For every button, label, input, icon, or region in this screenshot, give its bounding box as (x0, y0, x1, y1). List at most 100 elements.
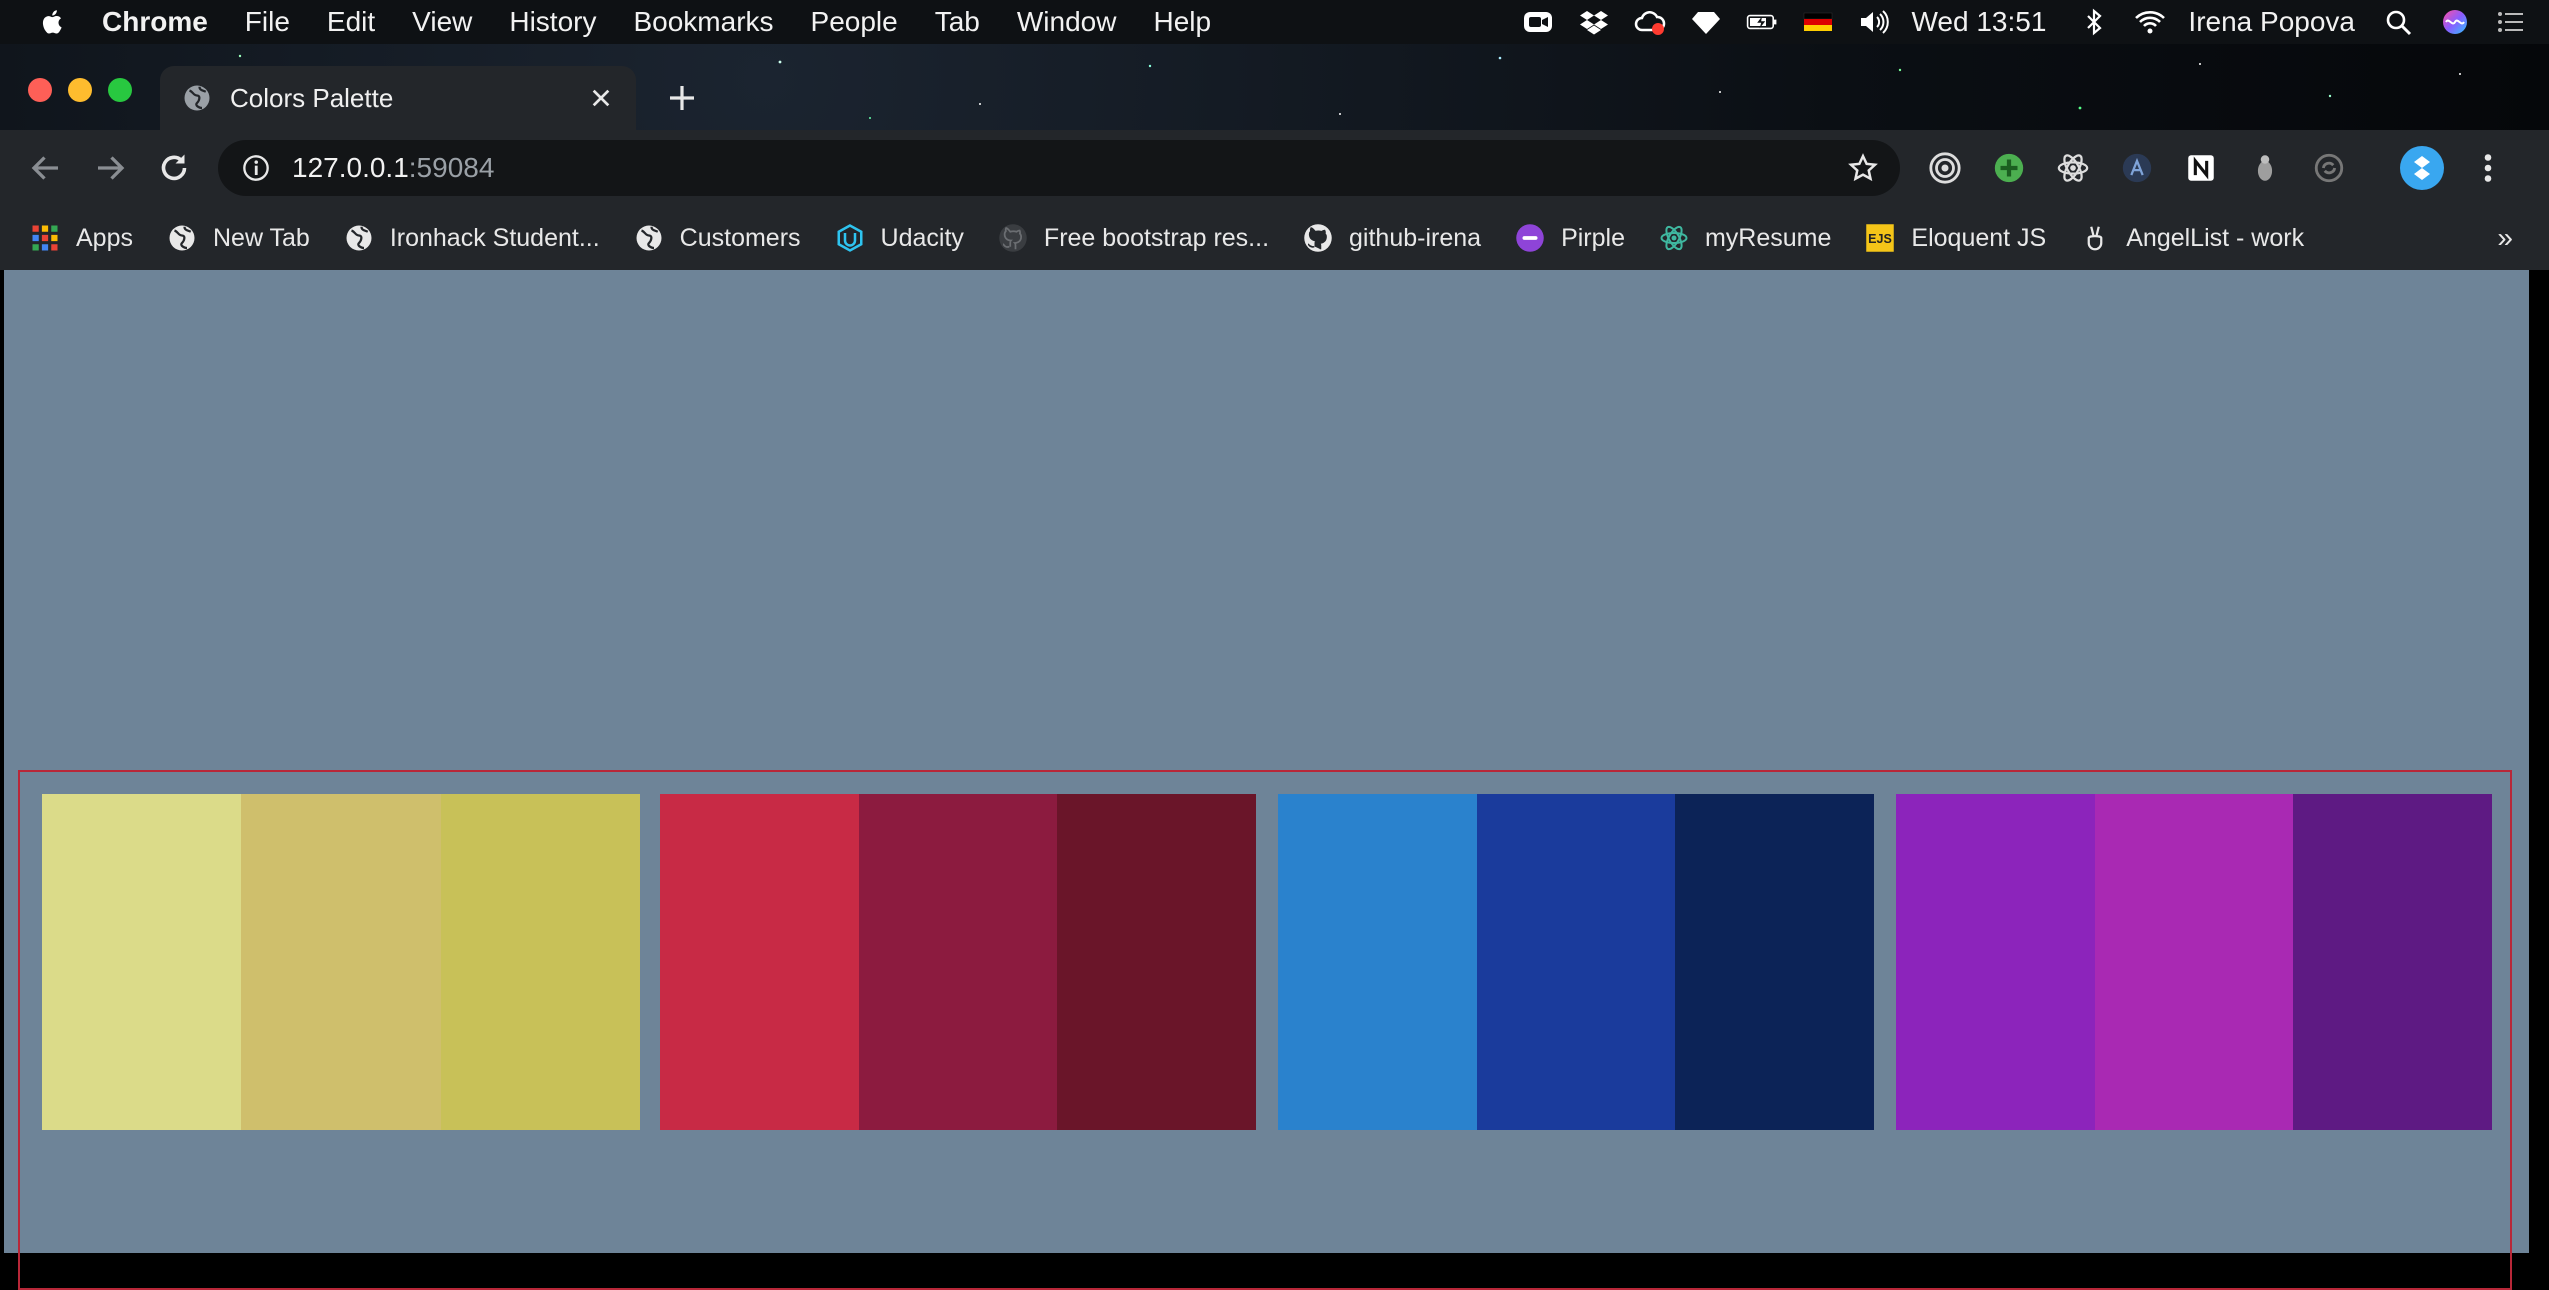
angellist-icon (2080, 223, 2110, 253)
github-icon (998, 223, 1028, 253)
menu-bar-clock[interactable]: Wed 13:51 (1912, 6, 2047, 38)
menu-app-chrome[interactable]: Chrome (102, 6, 208, 38)
chrome-menu-icon[interactable] (2470, 150, 2506, 186)
bookmark-label: Pirple (1561, 224, 1625, 253)
bug-extension-icon[interactable] (2248, 151, 2282, 185)
color-swatch[interactable] (1477, 794, 1676, 1130)
color-swatch[interactable] (1057, 794, 1256, 1130)
forward-button[interactable] (92, 150, 128, 186)
color-swatch[interactable] (2293, 794, 2492, 1130)
bookmark-label: New Tab (213, 224, 310, 253)
github-icon (1303, 223, 1333, 253)
bookmark-pirple[interactable]: Pirple (1515, 223, 1625, 253)
bookmark-ironhack[interactable]: Ironhack Student... (344, 223, 600, 253)
bookmark-label: AngelList - work (2126, 224, 2304, 253)
close-icon[interactable] (590, 87, 612, 109)
menu-view[interactable]: View (412, 6, 472, 38)
color-swatch[interactable] (859, 794, 1058, 1130)
bookmark-label: Customers (680, 224, 801, 253)
pirple-icon (1515, 223, 1545, 253)
notification-center-icon[interactable] (2493, 7, 2529, 37)
url-host: 127.0.0.1 (292, 152, 409, 184)
bookmark-label: github-irena (1349, 224, 1481, 253)
zoom-icon[interactable] (1520, 7, 1556, 37)
address-bar[interactable]: 127.0.0.1:59084 (218, 140, 1900, 196)
color-swatch[interactable] (1278, 794, 1477, 1130)
macos-menu-bar: Chrome File Edit View History Bookmarks … (0, 0, 2549, 44)
bookmark-myresume[interactable]: myResume (1659, 223, 1831, 253)
siri-icon[interactable] (2437, 7, 2473, 37)
color-swatch[interactable] (660, 794, 859, 1130)
menu-tab[interactable]: Tab (935, 6, 980, 38)
apps-grid-icon (30, 223, 60, 253)
bookmark-label: Ironhack Student... (390, 224, 600, 253)
bookmark-label: myResume (1705, 224, 1831, 253)
volume-icon[interactable] (1856, 7, 1892, 37)
bluetooth-icon[interactable] (2076, 7, 2112, 37)
bookmarks-overflow-chevron[interactable]: » (2497, 222, 2513, 254)
sync-extension-icon[interactable] (2312, 151, 2346, 185)
color-swatch[interactable] (1896, 794, 2095, 1130)
menu-bookmarks[interactable]: Bookmarks (633, 6, 773, 38)
window-minimize-button[interactable] (68, 78, 92, 102)
angular-extension-icon[interactable] (2120, 151, 2154, 185)
bookmark-free-bootstrap[interactable]: Free bootstrap res... (998, 223, 1269, 253)
profile-avatar[interactable] (2400, 146, 2444, 190)
color-swatch[interactable] (1675, 794, 1874, 1130)
bookmark-label: Apps (76, 224, 133, 253)
new-tab-button[interactable] (666, 82, 698, 114)
apple-icon[interactable] (38, 7, 68, 37)
react-devtools-icon[interactable] (2056, 151, 2090, 185)
page-viewport (4, 270, 2529, 1253)
bookmark-apps[interactable]: Apps (30, 223, 133, 253)
color-swatch[interactable] (42, 794, 241, 1130)
green-extension-icon[interactable] (1992, 151, 2026, 185)
german-flag-icon[interactable] (1800, 7, 1836, 37)
bookmark-new-tab[interactable]: New Tab (167, 223, 310, 253)
udacity-icon (835, 223, 865, 253)
spotlight-icon[interactable] (2381, 7, 2417, 37)
bookmark-label: Eloquent JS (1911, 224, 2046, 253)
back-button[interactable] (28, 150, 64, 186)
menu-help[interactable]: Help (1153, 6, 1211, 38)
color-swatch[interactable] (241, 794, 440, 1130)
bookmark-star-icon[interactable] (1848, 153, 1878, 183)
info-icon[interactable] (242, 154, 270, 182)
svg-text:EJS: EJS (1869, 232, 1893, 246)
palette-blue (1278, 794, 1874, 1130)
bookmark-angellist[interactable]: AngelList - work (2080, 223, 2304, 253)
bookmark-udacity[interactable]: Udacity (835, 223, 964, 253)
menu-window[interactable]: Window (1017, 6, 1117, 38)
url-port: :59084 (409, 152, 495, 184)
bookmark-eloquent-js[interactable]: EJS Eloquent JS (1865, 223, 2046, 253)
color-swatch[interactable] (2095, 794, 2294, 1130)
window-zoom-button[interactable] (108, 78, 132, 102)
bookmark-github-irena[interactable]: github-irena (1303, 223, 1481, 253)
reload-button[interactable] (156, 150, 192, 186)
creative-cloud-icon[interactable] (1632, 7, 1668, 37)
tab-colors-palette[interactable]: Colors Palette (160, 66, 636, 130)
globe-icon (634, 223, 664, 253)
target-extension-icon[interactable] (1928, 151, 1962, 185)
menu-people[interactable]: People (811, 6, 898, 38)
react-icon (1659, 223, 1689, 253)
diamond-icon[interactable] (1688, 7, 1724, 37)
color-swatch[interactable] (441, 794, 640, 1130)
battery-icon (1744, 7, 1780, 37)
menu-history[interactable]: History (509, 6, 596, 38)
dropbox-icon[interactable] (1576, 7, 1612, 37)
palette-yellow (42, 794, 640, 1130)
notion-icon[interactable] (2184, 151, 2218, 185)
menu-file[interactable]: File (245, 6, 290, 38)
profile-logo-icon (2400, 146, 2444, 190)
palettes-container (18, 770, 2512, 1290)
bookmark-customers[interactable]: Customers (634, 223, 801, 253)
menu-bar-status-area: Wed 13:51 Irena Popova (1520, 0, 2549, 44)
globe-icon (167, 223, 197, 253)
menu-bar-user[interactable]: Irena Popova (2188, 6, 2355, 38)
bookmark-label: Free bootstrap res... (1044, 224, 1269, 253)
menu-edit[interactable]: Edit (327, 6, 375, 38)
window-close-button[interactable] (28, 78, 52, 102)
wifi-icon[interactable] (2132, 7, 2168, 37)
bookmarks-bar: Apps New Tab Ironhack Student... Custome… (0, 206, 2549, 270)
